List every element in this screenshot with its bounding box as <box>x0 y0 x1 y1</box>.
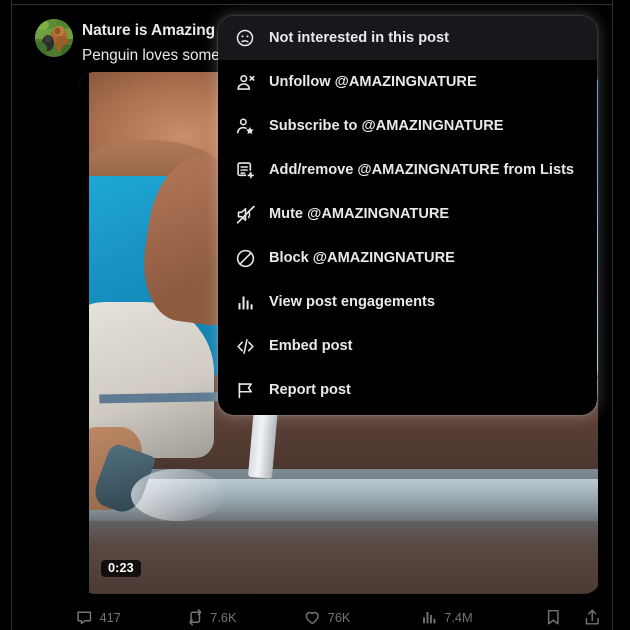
menu-item-unfollow[interactable]: Unfollow @AMAZINGNATURE <box>218 60 597 104</box>
menu-item-label: Subscribe to @AMAZINGNATURE <box>269 118 504 134</box>
post-text: Penguin loves some <box>82 47 220 64</box>
menu-item-label: Block @AMAZINGNATURE <box>269 250 455 266</box>
menu-item-subscribe[interactable]: Subscribe to @AMAZINGNATURE <box>218 104 597 148</box>
menu-item-add-remove-lists[interactable]: Add/remove @AMAZINGNATURE from Lists <box>218 148 597 192</box>
frown-face-icon <box>234 27 256 49</box>
share-button[interactable] <box>573 608 612 627</box>
post-action-bar: 417 7.6K 76K 7.4M <box>75 602 612 630</box>
code-icon <box>234 335 256 357</box>
menu-item-label: Add/remove @AMAZINGNATURE from Lists <box>269 162 575 178</box>
author-row[interactable]: Nature is Amazing <box>82 22 236 40</box>
analytics-icon <box>234 291 256 313</box>
reply-button[interactable]: 417 <box>75 608 186 627</box>
menu-item-not-interested[interactable]: Not interested in this post <box>218 16 597 60</box>
block-icon <box>234 247 256 269</box>
menu-item-label: Unfollow @AMAZINGNATURE <box>269 74 477 90</box>
post-options-menu[interactable]: Not interested in this post Unfollow @AM… <box>218 16 597 415</box>
menu-item-report-post[interactable]: Report post <box>218 368 597 412</box>
repost-button[interactable]: 7.6K <box>186 608 304 627</box>
menu-item-label: Embed post <box>269 338 353 354</box>
menu-item-label: Not interested in this post <box>269 30 449 46</box>
repost-count: 7.6K <box>210 609 237 625</box>
menu-item-view-engagements[interactable]: View post engagements <box>218 280 597 324</box>
reply-count: 417 <box>99 609 121 625</box>
like-button[interactable]: 76K <box>303 608 420 627</box>
like-count: 76K <box>327 609 351 625</box>
heart-icon <box>305 611 319 624</box>
menu-item-label: Report post <box>269 382 351 398</box>
views-count: 7.4M <box>444 609 473 625</box>
repost-icon <box>188 608 202 626</box>
person-star-icon <box>234 115 256 137</box>
menu-item-block[interactable]: Block @AMAZINGNATURE <box>218 236 597 280</box>
menu-item-label: View post engagements <box>269 294 435 310</box>
bookmark-button[interactable] <box>534 608 573 627</box>
reply-icon <box>77 611 92 624</box>
app-root: Nature is Amazing Penguin loves some 0:2… <box>0 0 630 630</box>
menu-item-embed-post[interactable]: Embed post <box>218 324 597 368</box>
person-remove-icon <box>234 71 256 93</box>
mute-icon <box>234 203 256 225</box>
video-duration-badge: 0:23 <box>101 560 141 577</box>
share-icon <box>586 609 600 625</box>
list-add-icon <box>234 159 256 181</box>
bar-chart-icon <box>422 611 436 624</box>
menu-item-mute[interactable]: Mute @AMAZINGNATURE <box>218 192 597 236</box>
orangutan-avatar-image <box>35 19 73 57</box>
avatar[interactable] <box>35 19 73 57</box>
flag-icon <box>234 379 256 401</box>
views-button[interactable]: 7.4M <box>420 608 535 627</box>
bookmark-icon <box>548 609 560 625</box>
author-display-name: Nature is Amazing <box>82 22 215 39</box>
column-right-border <box>612 0 613 630</box>
menu-item-label: Mute @AMAZINGNATURE <box>269 206 450 222</box>
